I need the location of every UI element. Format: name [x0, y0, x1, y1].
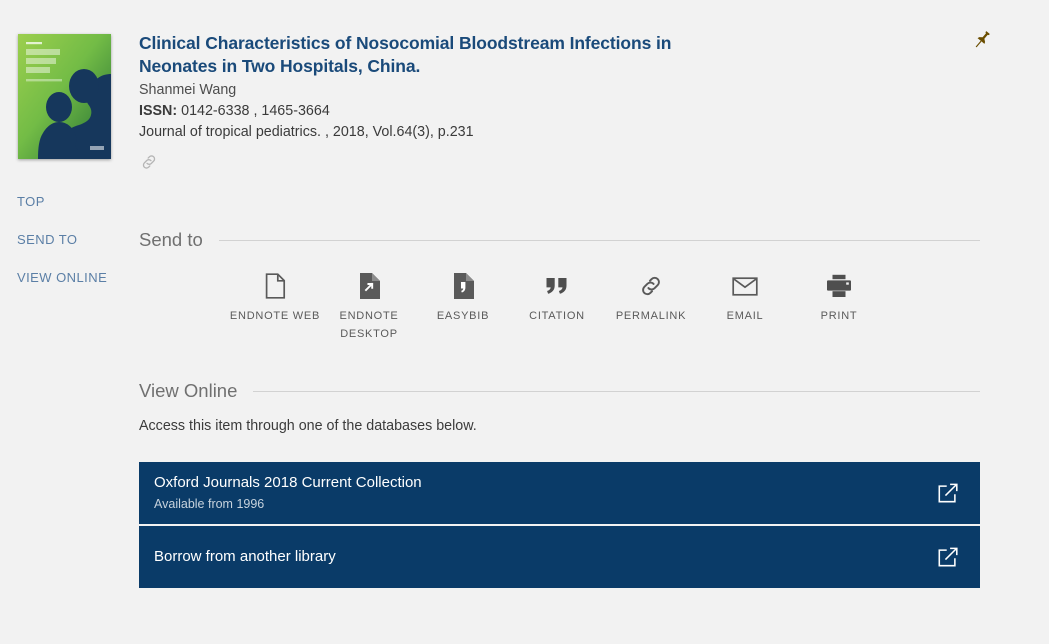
send-to-email[interactable]: EMAIL [698, 272, 792, 324]
record-metadata: Clinical Characteristics of Nosocomial B… [139, 32, 939, 172]
nav-item-view-online[interactable]: VIEW ONLINE [17, 269, 127, 286]
database-row-oxford-journals[interactable]: Oxford Journals 2018 Current Collection … [139, 462, 980, 524]
database-texts: Borrow from another library [154, 547, 937, 567]
document-quote-icon [416, 272, 510, 300]
permalink-icon[interactable] [139, 152, 159, 172]
send-to-endnote-desktop[interactable]: ENDNOTE DESKTOP [322, 272, 416, 342]
external-link-icon [937, 482, 959, 504]
section-navigation: TOP SEND TO VIEW ONLINE [17, 193, 127, 307]
pin-record-button[interactable] [966, 26, 996, 56]
database-texts: Oxford Journals 2018 Current Collection … [154, 473, 937, 513]
envelope-icon [698, 272, 792, 300]
printer-icon [792, 272, 886, 300]
external-link-icon [937, 546, 959, 568]
view-online-section-header: View Online [139, 380, 980, 402]
send-to-label: EMAIL [726, 310, 764, 322]
database-availability: Available from 1996 [154, 497, 265, 511]
journal-cover-image [18, 34, 111, 159]
pin-icon [966, 26, 996, 56]
send-to-print[interactable]: PRINT [792, 272, 886, 324]
section-divider [253, 390, 980, 392]
send-to-permalink[interactable]: PERMALINK [604, 272, 698, 324]
view-online-note: Access this item through one of the data… [139, 418, 477, 434]
section-divider [218, 239, 980, 241]
send-to-label: CITATION [529, 310, 585, 322]
database-title: Oxford Journals 2018 Current Collection [154, 474, 422, 491]
send-to-actions: ENDNOTE WEB ENDNOTE DESKTOP EASYBIB CITA… [228, 272, 886, 342]
send-to-easybib[interactable]: EASYBIB [416, 272, 510, 324]
database-row-borrow-another-library[interactable]: Borrow from another library [139, 526, 980, 588]
send-to-label: ENDNOTE WEB [229, 310, 321, 322]
view-online-heading: View Online [139, 380, 238, 401]
link-icon [604, 272, 698, 300]
record-author: Shanmei Wang [139, 82, 237, 98]
database-title: Borrow from another library [154, 548, 336, 565]
record-title[interactable]: Clinical Characteristics of Nosocomial B… [139, 32, 729, 77]
record-issn-value: 0142-6338 , 1465-3664 [177, 103, 330, 119]
send-to-label: PRINT [820, 310, 858, 322]
record-source: Journal of tropical pediatrics. , 2018, … [139, 124, 474, 140]
send-to-label: EASYBIB [436, 310, 490, 322]
send-to-endnote-web[interactable]: ENDNOTE WEB [228, 272, 322, 324]
send-to-heading: Send to [139, 229, 203, 250]
record-issn: ISSN: 0142-6338 , 1465-3664 [139, 101, 939, 122]
send-to-citation[interactable]: CITATION [510, 272, 604, 324]
nav-item-top[interactable]: TOP [17, 193, 127, 210]
send-to-label: ENDNOTE DESKTOP [339, 310, 399, 340]
document-outline-icon [228, 272, 322, 300]
database-list: Oxford Journals 2018 Current Collection … [139, 462, 980, 588]
document-export-icon [322, 272, 416, 300]
send-to-section-header: Send to [139, 229, 980, 251]
quote-icon [510, 272, 604, 300]
nav-item-send-to[interactable]: SEND TO [17, 231, 127, 248]
record-issn-label: ISSN: [139, 103, 178, 119]
send-to-label: PERMALINK [615, 310, 687, 322]
